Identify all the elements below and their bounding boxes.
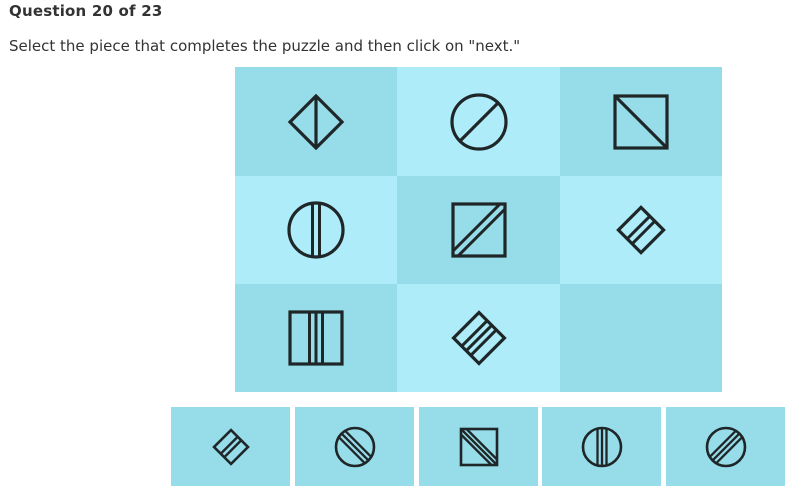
diamond-double-lines-icon xyxy=(211,427,250,466)
puzzle-cell xyxy=(235,284,397,392)
puzzle-cell xyxy=(235,176,397,284)
option-1-button[interactable] xyxy=(171,407,290,486)
option-2-button[interactable] xyxy=(295,407,414,486)
empty-answer-slot xyxy=(560,284,722,392)
square-single-diagonal-icon xyxy=(613,93,669,150)
option-3-button[interactable] xyxy=(419,407,538,486)
diamond-double-lines-icon xyxy=(616,205,666,255)
puzzle-cell xyxy=(397,284,560,392)
puzzle-cell xyxy=(560,67,722,176)
option-5-button[interactable] xyxy=(666,407,785,486)
puzzle-cell xyxy=(397,67,560,176)
circle-double-vertical-icon xyxy=(287,201,345,259)
circle-triple-slash-icon xyxy=(705,426,746,467)
puzzle-cell xyxy=(560,176,722,284)
diamond-split-vertical-icon xyxy=(287,93,345,150)
puzzle-grid xyxy=(235,67,722,392)
circle-triple-vertical-icon xyxy=(581,426,622,467)
diamond-triple-lines-icon xyxy=(450,310,507,366)
circle-single-slash-icon xyxy=(449,92,508,151)
instructions-text: Select the piece that completes the puzz… xyxy=(9,37,521,55)
option-4-button[interactable] xyxy=(542,407,661,486)
circle-triple-backslash-icon xyxy=(334,426,375,467)
puzzle-cell xyxy=(397,176,560,284)
puzzle-cell xyxy=(235,67,397,176)
answer-options xyxy=(171,407,785,486)
square-double-diagonal-icon xyxy=(450,202,507,258)
square-triple-diagonal-icon xyxy=(459,427,498,466)
question-number: Question 20 of 23 xyxy=(9,2,163,20)
square-triple-vertical-icon xyxy=(288,310,344,366)
